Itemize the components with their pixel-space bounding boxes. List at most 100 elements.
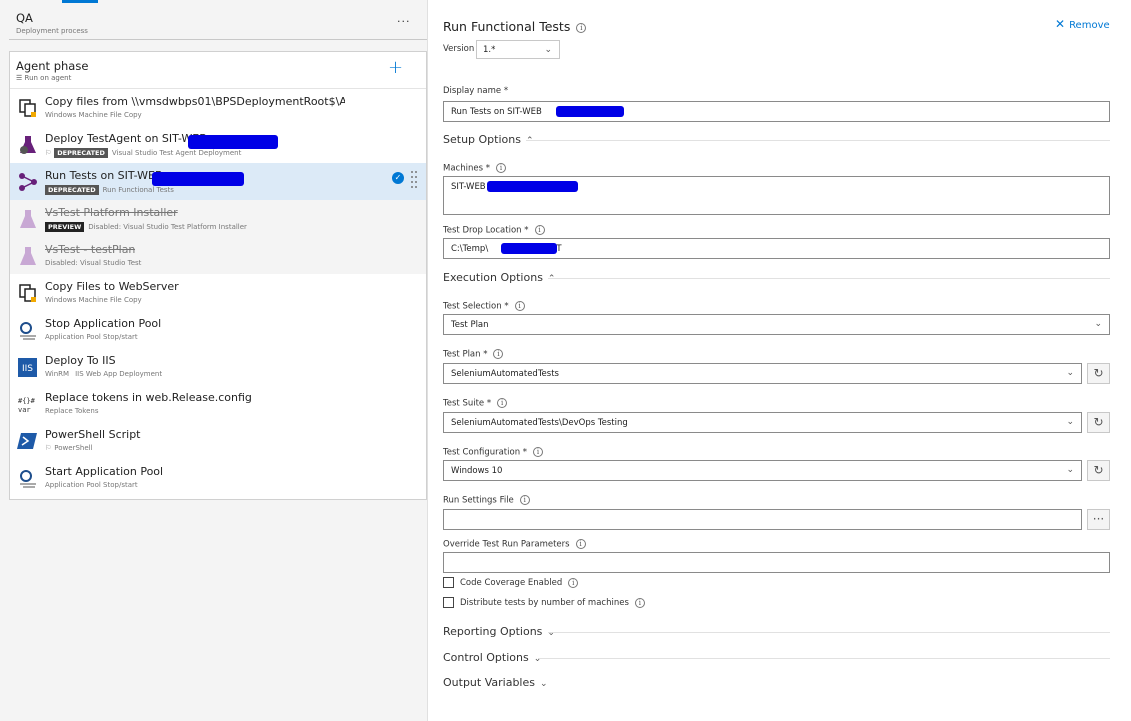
selected-check-icon: ✓ (392, 172, 404, 184)
task-row-deploy-iis[interactable]: IIS Deploy To IIS WinRM IIS Web App Deplo… (10, 348, 426, 385)
more-options-button[interactable]: ... (397, 12, 411, 25)
svg-text:#{}#: #{}# (18, 397, 36, 405)
chevron-down-icon: ⌄ (1066, 465, 1074, 475)
task-row-copy-files[interactable]: Copy files from \\vmsdwbps01\BPSDeployme… (10, 89, 426, 126)
redaction-mark (556, 106, 624, 117)
info-icon[interactable]: i (497, 398, 508, 408)
info-icon[interactable]: i (495, 163, 506, 173)
stage-header[interactable]: QA Deployment process ... (9, 6, 427, 40)
drag-handle-icon[interactable] (410, 169, 418, 191)
version-select[interactable]: 1.* ⌄ (476, 40, 560, 59)
control-options-toggle[interactable]: Control Options ⌄ (443, 651, 541, 664)
run-settings-input[interactable] (443, 509, 1082, 530)
powershell-icon (17, 433, 37, 449)
svg-text:var: var (18, 406, 31, 414)
phase-title: Agent phase (16, 59, 89, 73)
info-icon[interactable]: i (576, 22, 587, 33)
task-row-powershell[interactable]: PowerShell Script ⚐ PowerShell (10, 422, 426, 459)
preview-badge: PREVIEW (45, 222, 85, 232)
refresh-icon: ↻ (1093, 463, 1104, 477)
task-row-start-app-pool[interactable]: Start Application Pool Application Pool … (10, 459, 426, 496)
task-name: Deploy To IIS (45, 354, 116, 367)
task-list: Agent phase ☰ Run on agent + Copy files … (9, 51, 427, 500)
task-type: Disabled: Visual Studio Test (45, 259, 142, 267)
divider (538, 658, 1110, 659)
info-icon[interactable]: i (568, 577, 579, 588)
task-type: ⚐ DEPRECATED Visual Studio Test Agent Depl… (45, 148, 242, 158)
redaction-mark (152, 172, 244, 186)
task-name: Replace tokens in web.Release.config (45, 391, 252, 404)
task-list-panel: QA Deployment process ... Agent phase ☰ … (0, 0, 428, 721)
display-name-label: Display name * (443, 86, 509, 96)
run-settings-label: Run Settings File i (443, 495, 530, 506)
add-task-button[interactable]: + (388, 57, 403, 78)
execution-options-toggle[interactable]: Execution Options ⌃ (443, 271, 555, 284)
info-icon[interactable]: i (514, 301, 525, 311)
stage-subtitle: Deployment process (16, 27, 88, 35)
test-plan-label: Test Plan * i (443, 349, 504, 360)
refresh-test-plan-button[interactable]: ↻ (1087, 363, 1110, 384)
task-name: Run Tests on SIT-WEB (45, 169, 163, 182)
task-type: DEPRECATED Run Functional Tests (45, 185, 174, 195)
info-icon[interactable]: i (575, 539, 586, 549)
stage-title: QA (16, 11, 33, 25)
deprecated-badge: DEPRECATED (45, 185, 99, 195)
info-icon[interactable]: i (533, 447, 544, 457)
task-type: Replace Tokens (45, 407, 99, 415)
refresh-test-suite-button[interactable]: ↻ (1087, 412, 1110, 433)
test-suite-select[interactable]: SeleniumAutomatedTests\DevOps Testing ⌄ (443, 412, 1082, 433)
copy-icon (19, 99, 36, 117)
task-type: PREVIEW Disabled: Visual Studio Test Plat… (45, 222, 247, 232)
info-icon[interactable]: i (634, 597, 645, 608)
display-name-input[interactable]: Run Tests on SIT-WEB (443, 101, 1110, 122)
svg-text:IIS: IIS (22, 364, 33, 374)
refresh-test-config-button[interactable]: ↻ (1087, 460, 1110, 481)
flag-icon: ⚐ (45, 444, 52, 452)
override-params-input[interactable] (443, 552, 1110, 573)
divider (548, 632, 1110, 633)
task-type: Windows Machine File Copy (45, 111, 142, 119)
close-icon: ✕ (1055, 17, 1066, 31)
machines-label: Machines * i (443, 163, 506, 174)
redaction-mark (487, 181, 578, 192)
info-icon[interactable]: i (534, 225, 545, 235)
app-pool-icon (20, 470, 36, 488)
info-icon[interactable]: i (519, 495, 530, 505)
info-icon[interactable]: i (493, 349, 504, 359)
test-selection-select[interactable]: Test Plan ⌄ (443, 314, 1110, 335)
test-plan-select[interactable]: SeleniumAutomatedTests ⌄ (443, 363, 1082, 384)
distribute-checkbox[interactable] (443, 597, 454, 608)
app-pool-icon (20, 322, 36, 340)
agent-phase-row[interactable]: Agent phase ☰ Run on agent + (10, 52, 426, 89)
deprecated-badge: DEPRECATED (54, 148, 108, 158)
task-name: Stop Application Pool (45, 317, 162, 330)
task-name: Copy Files to WebServer (45, 280, 179, 293)
chevron-down-icon: ⌄ (539, 679, 548, 689)
setup-options-toggle[interactable]: Setup Options ⌃ (443, 133, 534, 146)
output-variables-toggle[interactable]: Output Variables ⌄ (443, 676, 548, 689)
chevron-down-icon: ⌄ (533, 654, 542, 664)
divider (548, 278, 1110, 279)
task-row-vstest-testplan[interactable]: VsTest - testPlan Disabled: Visual Studi… (10, 237, 426, 274)
task-row-stop-app-pool[interactable]: Stop Application Pool Application Pool S… (10, 311, 426, 348)
chevron-down-icon: ⌄ (547, 628, 555, 638)
task-row-replace-tokens[interactable]: #{}# var Replace tokens in web.Release.co… (10, 385, 426, 422)
reporting-options-toggle[interactable]: Reporting Options ⌄ (443, 625, 555, 638)
test-suite-label: Test Suite * i (443, 398, 508, 409)
task-type: Application Pool Stop/start (45, 481, 138, 489)
test-config-label: Test Configuration * i (443, 447, 544, 458)
code-coverage-checkbox[interactable] (443, 577, 454, 588)
remove-task-button[interactable]: ✕ Remove (1055, 17, 1110, 31)
refresh-icon: ↻ (1093, 366, 1104, 380)
chevron-down-icon: ⌄ (544, 45, 552, 55)
tokens-icon: #{}#var (18, 397, 36, 414)
browse-button[interactable]: ··· (1087, 509, 1110, 530)
override-params-label: Override Test Run Parameters i (443, 539, 586, 550)
test-config-select[interactable]: Windows 10 ⌄ (443, 460, 1082, 481)
task-title: Run Functional Tests i (443, 19, 587, 34)
task-row-vstest-installer[interactable]: VsTest Platform Installer PREVIEW Disable… (10, 200, 426, 237)
task-type: Windows Machine File Copy (45, 296, 142, 304)
distribute-row: Distribute tests by number of machines i (443, 597, 645, 608)
task-row-copy-webserver[interactable]: Copy Files to WebServer Windows Machine … (10, 274, 426, 311)
task-type: Application Pool Stop/start (45, 333, 138, 341)
